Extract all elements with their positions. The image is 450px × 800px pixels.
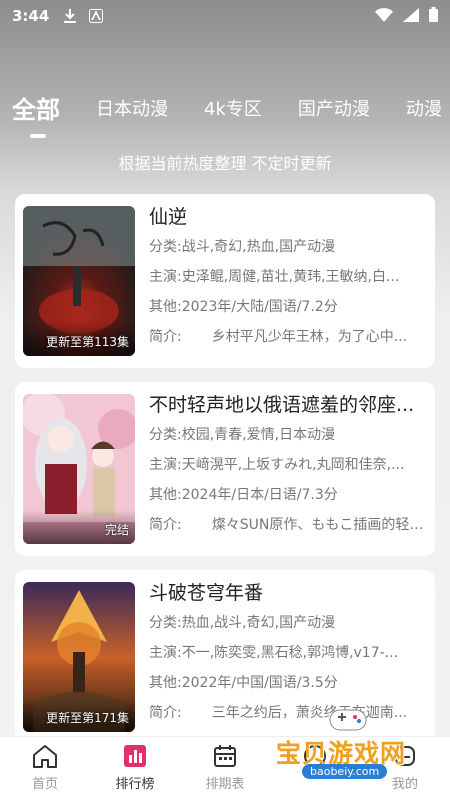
item-title: 斗破苍穹年番	[149, 582, 264, 604]
list-item[interactable]: 更新至第113集 仙逆 分类:战斗,奇幻,热血,国产动漫 主演:史泽鲲,周健,苗…	[15, 194, 435, 368]
item-other: 其他:2024年/日本/日语/7.3分	[149, 486, 427, 504]
signal-icon	[403, 7, 419, 26]
intro-value: 乡村平凡少年王林，为了心中...	[211, 329, 408, 345]
category-value: 战斗,奇幻,热血,国产动漫	[181, 239, 336, 255]
nav-label: 排行榜	[115, 777, 155, 792]
game-icon	[302, 743, 328, 769]
battery-icon	[429, 6, 438, 26]
download-icon	[63, 8, 77, 24]
nav-ranking[interactable]: 排行榜	[90, 737, 180, 800]
episode-badge: 更新至第171集	[46, 711, 129, 725]
item-title: 不时轻声地以俄语遮羞的邻座...	[149, 394, 415, 416]
item-other: 其他:2022年/中国/国语/3.5分	[149, 674, 427, 692]
wifi-icon	[375, 7, 393, 26]
episode-badge: 完结	[104, 523, 129, 537]
other-value: 2022年/中国/国语/3.5分	[181, 675, 338, 691]
episode-badge: 更新至第113集	[46, 335, 129, 349]
status-bar: 3:44	[0, 0, 450, 32]
category-label: 分类:	[149, 427, 182, 443]
tab-japanese-anime[interactable]: 日本动漫	[96, 88, 168, 132]
nav-games[interactable]	[270, 737, 360, 800]
nav-label: 首页	[31, 777, 58, 792]
app-notification-icon	[89, 9, 104, 23]
bottom-nav: 首页 排行榜 排期表 我的	[0, 736, 450, 800]
tab-all[interactable]: 全部	[12, 88, 60, 138]
item-title: 仙逆	[149, 206, 188, 228]
cast-value: 史泽鲲,周健,苗壮,黄玮,王敏纳,白...	[181, 269, 400, 285]
cast-label: 主演:	[149, 269, 182, 285]
item-cast: 主演:史泽鲲,周健,苗壮,黄玮,王敏纳,白...	[149, 268, 427, 286]
ranking-subtitle: 根据当前热度整理 不定时更新	[118, 154, 332, 173]
ranking-icon	[122, 743, 148, 769]
item-other: 其他:2023年/大陆/国语/7.2分	[149, 298, 427, 316]
poster-image: 完结	[23, 394, 135, 544]
category-value: 校园,青春,爱情,日本动漫	[181, 427, 336, 443]
cast-label: 主演:	[149, 457, 182, 473]
intro-label: 简介:	[149, 329, 182, 345]
item-intro: 简介: 乡村平凡少年王林，为了心中...	[149, 328, 427, 346]
nav-label: 排期表	[205, 777, 245, 792]
home-icon	[32, 743, 58, 769]
category-label: 分类:	[149, 239, 182, 255]
category-label: 分类:	[149, 615, 182, 631]
calendar-icon	[212, 743, 238, 769]
other-value: 2023年/大陆/国语/7.2分	[181, 299, 338, 315]
intro-value: 三年之约后，萧炎终于在迦南...	[211, 705, 408, 721]
intro-label: 简介:	[149, 517, 182, 533]
list-item[interactable]: 完结 不时轻声地以俄语遮羞的邻座... 分类:校园,青春,爱情,日本动漫 主演:…	[15, 382, 435, 556]
nav-label: 我的	[391, 777, 418, 792]
item-intro: 简介: 燦々SUN原作、ももこ插画的轻小...	[149, 516, 427, 534]
category-value: 热血,战斗,奇幻,国产动漫	[181, 615, 336, 631]
tab-label: 全部	[12, 96, 60, 124]
cast-value: 天﨑滉平,上坂すみれ,丸岡和佳奈,...	[181, 457, 405, 473]
cast-label: 主演:	[149, 645, 182, 661]
status-time: 3:44	[12, 7, 50, 25]
intro-value: 燦々SUN原作、ももこ插画的轻小...	[211, 517, 427, 533]
item-intro: 简介: 三年之约后，萧炎终于在迦南...	[149, 704, 427, 722]
tab-4k[interactable]: 4k专区	[204, 88, 262, 132]
nav-home[interactable]: 首页	[0, 737, 90, 800]
item-cast: 主演:天﨑滉平,上坂すみれ,丸岡和佳奈,...	[149, 456, 427, 474]
item-category: 分类:校园,青春,爱情,日本动漫	[149, 426, 427, 444]
category-tabs: 全部 日本动漫 4k专区 国产动漫 动漫	[0, 88, 450, 138]
item-category: 分类:战斗,奇幻,热血,国产动漫	[149, 238, 427, 256]
other-label: 其他:	[149, 487, 182, 503]
other-label: 其他:	[149, 299, 182, 315]
tab-chinese-anime[interactable]: 国产动漫	[298, 88, 370, 132]
item-category: 分类:热血,战斗,奇幻,国产动漫	[149, 614, 427, 632]
other-value: 2024年/日本/日语/7.3分	[181, 487, 338, 503]
cast-value: 不一,陈奕雯,黑石稔,郭鸿博,v17-...	[181, 645, 399, 661]
tab-active-indicator	[30, 134, 46, 138]
profile-icon	[392, 743, 418, 769]
tab-anime[interactable]: 动漫	[406, 88, 442, 132]
item-cast: 主演:不一,陈奕雯,黑石稔,郭鸿博,v17-...	[149, 644, 427, 662]
list-item[interactable]: 更新至第171集 斗破苍穹年番 分类:热血,战斗,奇幻,国产动漫 主演:不一,陈…	[15, 570, 435, 744]
poster-image: 更新至第171集	[23, 582, 135, 732]
item-info: 仙逆 分类:战斗,奇幻,热血,国产动漫 主演:史泽鲲,周健,苗壮,黄玮,王敏纳,…	[149, 206, 427, 356]
nav-profile[interactable]: 我的	[360, 737, 450, 800]
item-info: 斗破苍穹年番 分类:热血,战斗,奇幻,国产动漫 主演:不一,陈奕雯,黑石稔,郭鸿…	[149, 582, 427, 732]
poster-image: 更新至第113集	[23, 206, 135, 356]
other-label: 其他:	[149, 675, 182, 691]
intro-label: 简介:	[149, 705, 182, 721]
nav-schedule[interactable]: 排期表	[180, 737, 270, 800]
anime-list: 更新至第113集 仙逆 分类:战斗,奇幻,热血,国产动漫 主演:史泽鲲,周健,苗…	[15, 194, 435, 758]
item-info: 不时轻声地以俄语遮羞的邻座... 分类:校园,青春,爱情,日本动漫 主演:天﨑滉…	[149, 394, 427, 544]
